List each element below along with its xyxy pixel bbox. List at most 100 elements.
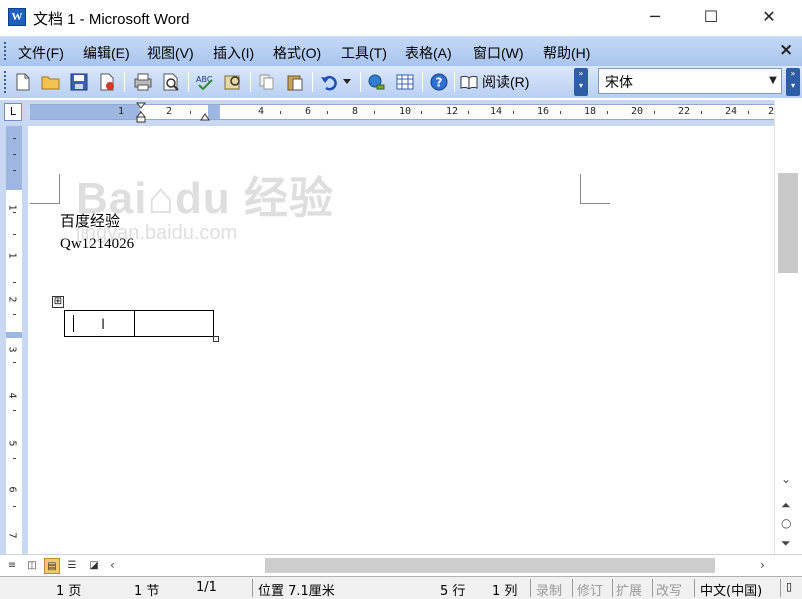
table-icon[interactable] — [394, 71, 416, 93]
scroll-left-arrow-icon[interactable]: ‹ — [110, 558, 115, 572]
ruler-tick — [701, 111, 702, 114]
select-browse-object-icon[interactable]: ○ — [781, 516, 791, 530]
status-extend-toggle[interactable]: 扩展 — [616, 580, 642, 599]
previous-page-icon[interactable]: ⏶ — [781, 498, 791, 513]
ruler-table-row-marker[interactable] — [6, 332, 22, 338]
ibeam-cursor-icon: I — [101, 317, 106, 333]
save-icon[interactable] — [68, 71, 90, 93]
vertical-ruler[interactable]: 1 1 2 3 4 5 6 7 — [6, 126, 22, 554]
menu-tools[interactable]: 工具(T) — [341, 43, 387, 63]
document-text-line[interactable]: 百度经验 — [60, 210, 120, 231]
scroll-down-arrow-icon[interactable]: ⌄ — [781, 472, 791, 486]
print-icon[interactable] — [132, 71, 154, 93]
menu-table[interactable]: 表格(A) — [405, 43, 452, 63]
print-layout-view-icon[interactable]: ▤ — [44, 558, 60, 574]
reading-layout-view-icon[interactable]: ◪ — [86, 558, 102, 574]
ruler-number: 8 — [352, 106, 359, 117]
toolbar-separator — [188, 72, 189, 92]
spelling-icon[interactable]: ABC — [194, 71, 216, 93]
ruler-number: 14 — [490, 106, 503, 117]
outline-view-icon[interactable]: ☰ — [64, 558, 80, 574]
status-bar: 1 页 1 节 1/1 位置 7.1厘米 5 行 1 列 录制 修订 扩展 改写… — [0, 576, 802, 599]
scroll-right-arrow-icon[interactable]: › — [760, 558, 765, 572]
formatting-toolbar-options-button[interactable]: » ▾ — [786, 68, 800, 96]
ruler-number: 5 — [6, 440, 18, 447]
status-page-of: 1/1 — [196, 580, 217, 595]
web-layout-view-icon[interactable]: ◫ — [24, 558, 40, 574]
text-cursor — [73, 315, 74, 332]
ruler-tick — [13, 458, 16, 459]
status-revision-toggle[interactable]: 修订 — [577, 580, 603, 599]
ruler-tick — [13, 138, 16, 139]
chevron-down-icon[interactable]: ▼ — [765, 69, 781, 93]
indent-marker-icon[interactable] — [136, 102, 146, 124]
tab-selector[interactable]: L — [4, 103, 22, 121]
toolbar-separator — [312, 72, 313, 92]
status-position: 位置 7.1厘米 — [258, 584, 335, 599]
status-language[interactable]: 中文(中国) — [700, 580, 762, 599]
horizontal-scroll-thumb[interactable] — [265, 558, 715, 573]
new-document-icon[interactable] — [12, 71, 34, 93]
status-separator — [252, 579, 253, 597]
spelling-status-icon[interactable]: ▯ — [786, 580, 792, 593]
table-cell[interactable] — [134, 310, 214, 337]
print-preview-icon[interactable] — [160, 71, 182, 93]
ruler-tick — [13, 234, 16, 235]
right-indent-marker-icon[interactable] — [200, 111, 210, 121]
menu-view[interactable]: 视图(V) — [147, 43, 194, 63]
status-overwrite-toggle[interactable]: 改写 — [656, 580, 682, 599]
ruler-number: 2 — [6, 296, 18, 303]
status-separator — [612, 579, 613, 597]
close-document-button[interactable]: × — [779, 40, 793, 60]
copy-icon[interactable] — [256, 71, 278, 93]
maximize-button[interactable]: ☐ — [682, 0, 740, 34]
toolbar-options-button[interactable]: » ▾ — [574, 68, 588, 96]
status-record-toggle[interactable]: 录制 — [536, 580, 562, 599]
menu-window[interactable]: 窗口(W) — [473, 43, 524, 63]
ruler-number: 7 — [6, 532, 18, 539]
next-page-icon[interactable]: ⏷ — [781, 536, 791, 551]
open-folder-icon[interactable] — [40, 71, 62, 93]
toolbar-grip-handle[interactable] — [4, 71, 7, 93]
toolbar-separator — [454, 72, 455, 92]
word-app-icon[interactable]: W — [8, 8, 26, 26]
undo-icon[interactable] — [318, 71, 340, 93]
table-resize-handle[interactable] — [213, 336, 219, 342]
table-move-handle-icon[interactable]: ⊞ — [52, 296, 64, 308]
menubar-grip-handle[interactable] — [4, 42, 7, 60]
document-text-line[interactable]: Qw1214026 — [60, 236, 134, 253]
horizontal-ruler[interactable]: 1 2 4 6 8 10 12 14 16 18 20 22 24 26 — [30, 102, 780, 123]
ruler-number: 20 — [631, 106, 644, 117]
ruler-number: 12 — [446, 106, 459, 117]
close-window-button[interactable]: ✕ — [740, 0, 798, 34]
menu-help[interactable]: 帮助(H) — [543, 43, 590, 63]
svg-text:?: ? — [436, 76, 443, 90]
minimize-button[interactable]: ─ — [626, 0, 684, 34]
ruler-tick — [13, 154, 16, 155]
menu-format[interactable]: 格式(O) — [273, 43, 321, 63]
ruler-tick — [327, 111, 328, 114]
paste-icon[interactable] — [284, 71, 306, 93]
ruler-number: 18 — [584, 106, 597, 117]
research-icon[interactable] — [222, 71, 244, 93]
permission-icon[interactable] — [96, 71, 118, 93]
vertical-scroll-thumb[interactable] — [778, 173, 798, 273]
table-cell[interactable]: I — [64, 310, 135, 337]
read-button[interactable]: 阅读(R) — [460, 72, 529, 92]
read-icon — [460, 75, 478, 89]
hyperlink-icon[interactable] — [366, 71, 388, 93]
ruler-number: 6 — [6, 486, 18, 493]
status-separator — [694, 579, 695, 597]
menu-insert[interactable]: 插入(I) — [213, 43, 254, 63]
document-table[interactable]: I — [64, 310, 214, 337]
help-icon[interactable]: ? — [428, 71, 450, 93]
normal-view-icon[interactable]: ≡ — [4, 558, 20, 574]
menu-edit[interactable]: 编辑(E) — [83, 43, 130, 63]
ruler-number: 22 — [678, 106, 691, 117]
document-page[interactable]: Bai⌂du 经验 jingyan.baidu.com 百度经验 Qw12140… — [28, 126, 774, 554]
vertical-scrollbar[interactable]: ⌄ ⏶ ○ ⏷ — [774, 100, 802, 554]
font-name-select[interactable]: 宋体 ▼ — [598, 68, 782, 94]
menu-file[interactable]: 文件(F) — [18, 43, 64, 63]
ruler-tick — [560, 111, 561, 114]
undo-dropdown-icon[interactable] — [340, 71, 354, 93]
